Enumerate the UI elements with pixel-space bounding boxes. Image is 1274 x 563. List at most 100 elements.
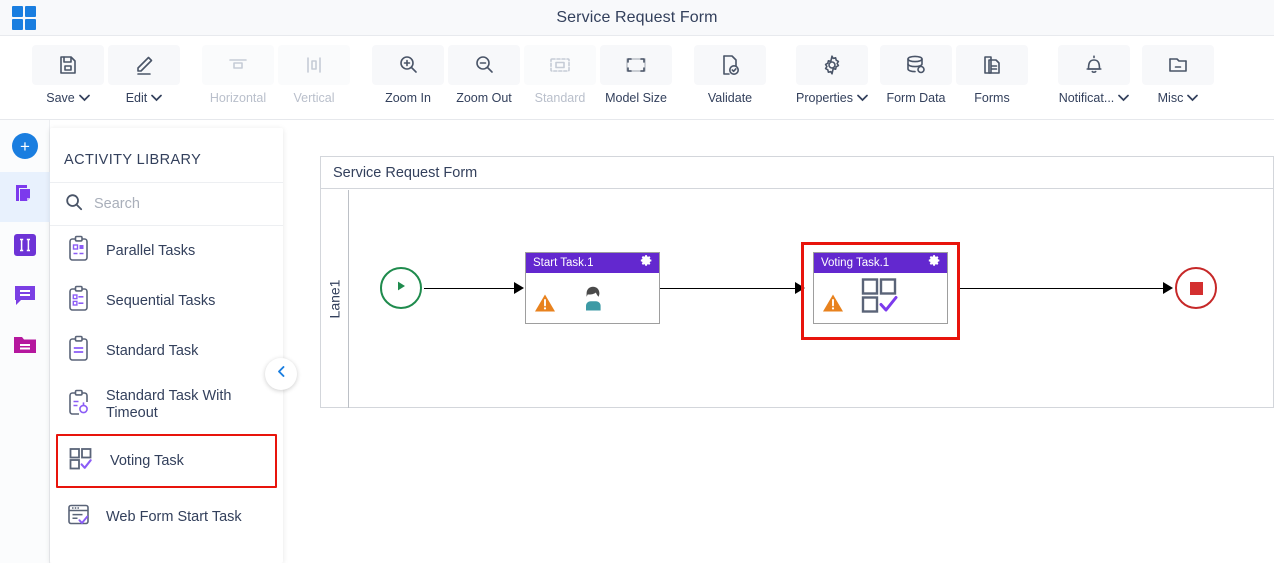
activity-library-panel: ACTIVITY LIBRARY Search Parallel Tasks S… (50, 128, 283, 563)
chevron-down-icon (1118, 91, 1130, 105)
task-title: Voting Task.1 (821, 257, 890, 269)
list-item-label: Standard Task With Timeout (106, 388, 232, 421)
sequence-flow[interactable] (960, 288, 1169, 289)
toolbar-label: Properties (796, 91, 853, 105)
list-item-web-form-start-task[interactable]: Web Form Start Task (50, 492, 283, 542)
library-title: ACTIVITY LIBRARY (64, 152, 202, 168)
add-button[interactable]: + (0, 120, 50, 172)
lane-body[interactable]: Start Task.1 Voting Task.1 (349, 190, 1274, 408)
save-icon (32, 45, 104, 85)
library-search-row[interactable] (50, 182, 283, 226)
clipboard-parallel-icon (66, 235, 92, 268)
voting-grid-icon (860, 277, 902, 320)
list-item-label: Sequential Tasks (106, 292, 216, 309)
toolbar-label: Standard (534, 91, 586, 105)
zoom-in-icon (372, 45, 444, 85)
user-avatar-icon (575, 281, 611, 320)
message-icon (12, 282, 38, 313)
properties-button[interactable]: Properties (786, 36, 878, 105)
task-header: Start Task.1 (526, 253, 659, 273)
gateway-icon (12, 232, 38, 263)
process-model-container[interactable]: Service Request Form Lane1 Start Task.1 … (320, 156, 1274, 408)
horizontal-align-icon (202, 45, 274, 85)
gear-icon[interactable] (928, 254, 941, 272)
chevron-left-icon (275, 365, 288, 383)
list-item-label: Voting Task (110, 452, 184, 469)
horizontal-align-button[interactable]: Horizontal (200, 36, 276, 105)
warning-triangle-icon[interactable] (822, 293, 844, 318)
list-item-label: Standard Task (106, 342, 199, 359)
chevron-down-icon (78, 91, 90, 105)
search-input[interactable] (94, 196, 244, 212)
list-item-voting-task[interactable]: Voting Task (56, 434, 277, 488)
toolbar-label: Misc (1157, 91, 1184, 105)
diagram-canvas[interactable]: Service Request Form Lane1 Start Task.1 … (300, 120, 1274, 563)
list-item-standard-task[interactable]: Standard Task (50, 326, 283, 376)
clipboard-timeout-icon (66, 389, 92, 422)
toolbar-label: Edit (125, 91, 148, 105)
warning-triangle-icon[interactable] (534, 293, 556, 318)
sidebar-item-messages[interactable] (0, 272, 50, 322)
main-toolbar: Save Edit Horizontal Vertical Zoom In Zo… (0, 36, 1274, 120)
sidebar-item-gateways[interactable] (0, 222, 50, 272)
sequence-flow[interactable] (660, 288, 801, 289)
save-button[interactable]: Save (30, 36, 106, 105)
vertical-align-button[interactable]: Vertical (276, 36, 352, 105)
form-data-button[interactable]: Form Data (878, 36, 954, 105)
task-body (814, 273, 947, 323)
start-event[interactable] (380, 267, 422, 309)
toolbar-label: Vertical (293, 91, 335, 105)
list-item-label: Web Form Start Task (106, 508, 242, 525)
toolbar-label: Zoom In (385, 91, 431, 105)
sidebar-item-activities[interactable] (0, 172, 50, 222)
flow-arrowhead (1163, 282, 1173, 294)
app-header: Service Request Form (0, 0, 1274, 36)
chevron-down-icon (857, 91, 868, 105)
list-item-parallel-tasks[interactable]: Parallel Tasks (50, 226, 283, 276)
task-node-start-task[interactable]: Start Task.1 (525, 252, 660, 324)
misc-folder-icon (1142, 45, 1214, 85)
toolbar-label: Forms (974, 91, 1010, 105)
edit-button[interactable]: Edit (106, 36, 182, 105)
voting-grid-icon (68, 446, 96, 477)
list-item-standard-task-with-timeout[interactable]: Standard Task With Timeout (50, 376, 283, 434)
toolbar-label: Save (46, 91, 75, 105)
zoom-in-button[interactable]: Zoom In (370, 36, 446, 105)
gear-icon[interactable] (640, 254, 653, 272)
toolbar-label: Model Size (605, 91, 667, 105)
sidebar-item-data[interactable] (0, 322, 50, 372)
notifications-button[interactable]: Notificat... (1048, 36, 1140, 105)
task-header: Voting Task.1 (814, 253, 947, 273)
model-title: Service Request Form (321, 157, 1273, 189)
clipboard-lines-icon (66, 335, 92, 368)
misc-button[interactable]: Misc (1140, 36, 1216, 105)
zoom-out-button[interactable]: Zoom Out (446, 36, 522, 105)
clipboard-sequential-icon (66, 285, 92, 318)
toolbar-label: Horizontal (209, 91, 267, 105)
folder-icon (12, 332, 38, 363)
collapse-panel-button[interactable] (265, 358, 297, 390)
list-item-sequential-tasks[interactable]: Sequential Tasks (50, 276, 283, 326)
end-event[interactable] (1175, 267, 1217, 309)
stop-square-icon (1189, 281, 1203, 295)
database-icon (880, 45, 952, 85)
chevron-down-icon (151, 91, 163, 105)
standard-size-button[interactable]: Standard (522, 36, 598, 105)
forms-button[interactable]: Forms (954, 36, 1030, 105)
model-size-button[interactable]: Model Size (598, 36, 674, 105)
model-size-icon (600, 45, 672, 85)
list-item-label: Parallel Tasks (106, 242, 196, 259)
pencil-icon (108, 45, 180, 85)
gear-icon (796, 45, 868, 85)
sequence-flow[interactable] (424, 288, 520, 289)
toolbar-label: Zoom Out (456, 91, 512, 105)
end-event-circle (1175, 267, 1217, 309)
bell-icon (1058, 45, 1130, 85)
grid-apps-icon[interactable] (12, 5, 40, 31)
flow-arrowhead (514, 282, 524, 294)
task-node-voting-task[interactable]: Voting Task.1 (813, 252, 948, 324)
library-item-list[interactable]: Message Catching Parallel Tasks (50, 226, 283, 550)
toolbar-label: Notificat... (1058, 91, 1115, 105)
fit-standard-icon (524, 45, 596, 85)
validate-button[interactable]: Validate (692, 36, 768, 105)
